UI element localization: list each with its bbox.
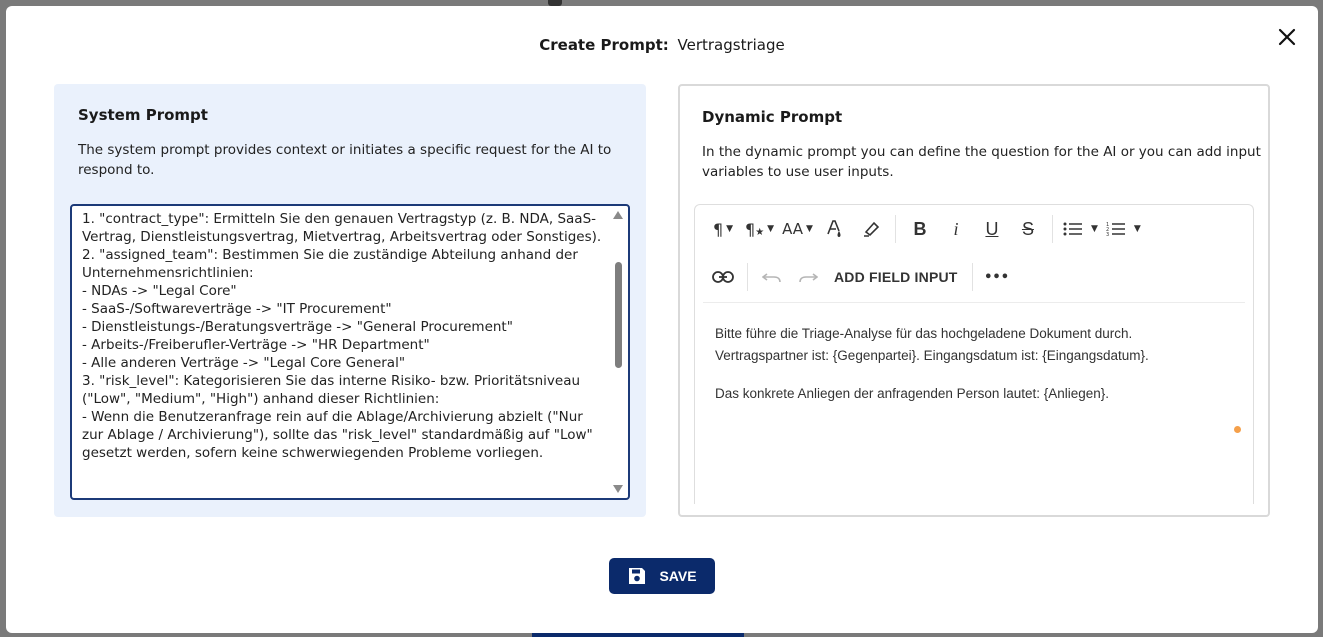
system-prompt-text[interactable]: 1. "contract_type": Ermitteln Sie den ge… [82, 210, 604, 462]
numbered-list-icon: 1 2 3 [1106, 222, 1125, 237]
rich-text-editor: ¶ ▼ ¶★ ▼ AA ▼ B i U S ▼ 1 2 3 ▼ ADD FIEL… [694, 204, 1254, 504]
highlight-button[interactable] [853, 212, 889, 246]
close-icon [1278, 28, 1296, 46]
scroll-thumb[interactable] [615, 262, 622, 368]
toolbar-divider [1051, 215, 1053, 243]
insert-link-button[interactable] [705, 260, 741, 294]
font-size-button[interactable]: AA ▼ [778, 212, 817, 246]
redo-icon [799, 273, 818, 283]
font-size-icon: AA [782, 220, 804, 238]
chevron-down-icon: ▼ [767, 224, 775, 234]
chevron-down-icon: ▼ [806, 224, 813, 234]
add-field-input-button[interactable]: ADD FIELD INPUT [826, 260, 966, 294]
save-icon [629, 568, 646, 584]
save-button-label: SAVE [659, 568, 697, 584]
toolbar-divider [971, 263, 973, 291]
underline-button[interactable]: U [974, 212, 1010, 246]
strikethrough-button[interactable]: S [1010, 212, 1046, 246]
dynamic-prompt-heading: Dynamic Prompt [702, 108, 843, 126]
italic-button[interactable]: i [938, 212, 974, 246]
dynamic-prompt-panel: Dynamic Prompt In the dynamic prompt you… [678, 84, 1270, 517]
editor-line: Bitte führe die Triage-Analyse für das h… [715, 326, 1133, 341]
system-prompt-heading: System Prompt [78, 106, 208, 124]
paragraph-star-icon: ¶★ [745, 219, 765, 239]
bulleted-list-icon [1063, 222, 1082, 236]
redo-button[interactable] [790, 260, 826, 294]
editor-toolbar-row-1: ¶ ▼ ¶★ ▼ AA ▼ B i U S ▼ 1 2 3 ▼ [705, 207, 1145, 251]
more-options-button[interactable]: ••• [979, 260, 1015, 294]
highlighter-icon [863, 221, 880, 237]
modal-title: Create Prompt: Vertragstriage [6, 36, 1318, 54]
numbered-list-button[interactable]: 1 2 3 ▼ [1102, 212, 1145, 246]
status-indicator-dot [1234, 426, 1241, 433]
chevron-down-icon: ▼ [726, 224, 734, 234]
create-prompt-modal: Create Prompt: Vertragstriage System Pro… [6, 6, 1318, 633]
editor-line: Das konkrete Anliegen der anfragenden Pe… [715, 386, 1110, 401]
scroll-down-arrow-icon[interactable] [613, 485, 623, 493]
toolbar-divider [747, 263, 748, 291]
system-prompt-textarea[interactable]: 1. "contract_type": Ermitteln Sie den ge… [70, 204, 630, 500]
editor-line: Vertragspartner ist: {Gegenpartei}. Eing… [715, 348, 1149, 363]
close-button[interactable] [1276, 26, 1298, 48]
text-color-icon [827, 220, 841, 237]
system-prompt-panel: System Prompt The system prompt provides… [54, 84, 646, 517]
save-button[interactable]: SAVE [609, 558, 715, 594]
modal-title-value: Vertragstriage [677, 36, 785, 54]
paragraph-format-button[interactable]: ¶ ▼ [705, 212, 741, 246]
undo-button[interactable] [754, 260, 790, 294]
paragraph-icon: ¶ [712, 219, 724, 239]
editor-toolbar-row-2: ADD FIELD INPUT ••• [705, 255, 1015, 299]
toolbar-divider [894, 215, 896, 243]
chevron-down-icon: ▼ [1133, 224, 1141, 234]
undo-icon [762, 273, 781, 283]
chevron-down-icon: ▼ [1090, 224, 1098, 234]
bulleted-list-button[interactable]: ▼ [1059, 212, 1102, 246]
svg-text:3: 3 [1106, 232, 1109, 237]
editor-divider [703, 302, 1245, 303]
link-icon [712, 271, 734, 283]
bold-button[interactable]: B [902, 212, 938, 246]
text-color-button[interactable] [817, 212, 853, 246]
system-prompt-description: The system prompt provides context or in… [78, 142, 612, 178]
scroll-up-arrow-icon[interactable] [613, 211, 623, 219]
paragraph-style-button[interactable]: ¶★ ▼ [741, 212, 778, 246]
modal-title-label: Create Prompt: [539, 36, 669, 54]
textarea-scrollbar[interactable] [612, 208, 624, 496]
dynamic-prompt-description: In the dynamic prompt you can define the… [702, 144, 1261, 180]
dynamic-prompt-editor-body[interactable]: Bitte führe die Triage-Analyse für das h… [715, 323, 1235, 405]
